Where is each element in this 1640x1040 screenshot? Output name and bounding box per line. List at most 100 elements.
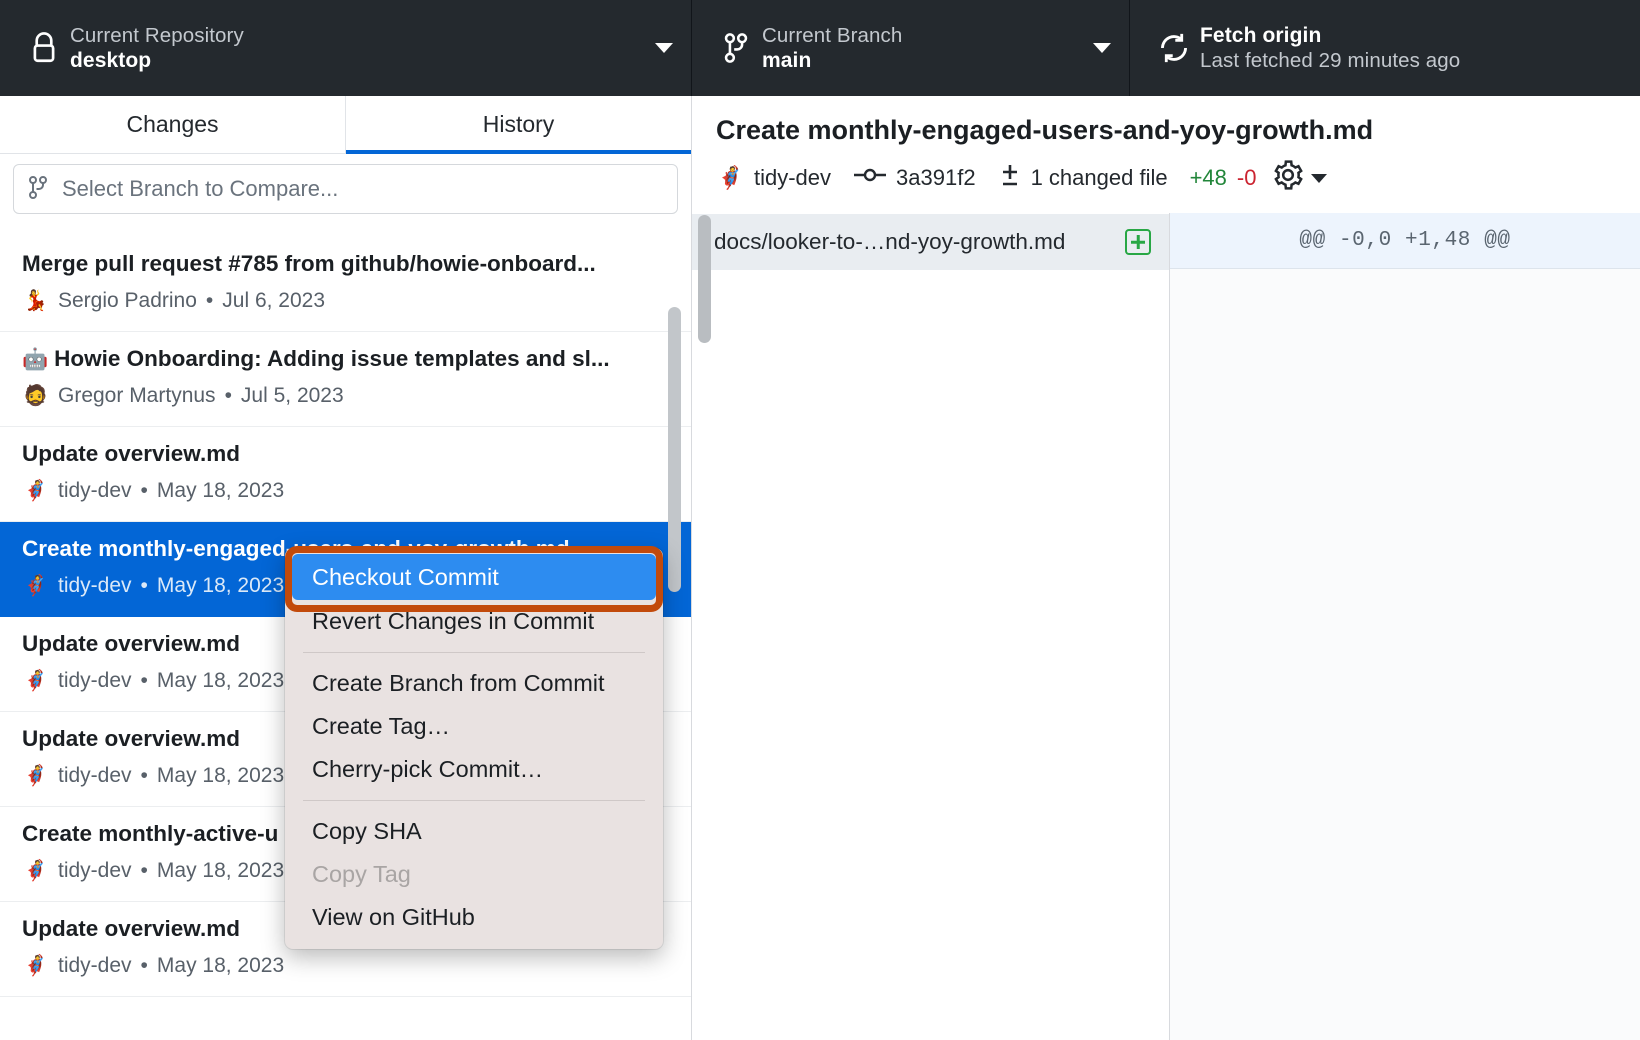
lines-added: +48 bbox=[1190, 165, 1227, 191]
current-repository-button[interactable]: Current Repository desktop bbox=[0, 0, 692, 96]
context-menu-item-create-branch-from-commit[interactable]: Create Branch from Commit bbox=[285, 662, 663, 705]
commit-author: tidy-dev bbox=[754, 165, 831, 191]
context-menu-item-label: Revert Changes in Commit bbox=[312, 608, 594, 635]
diff-viewer[interactable]: @@ -0,0 +1,48 @@ bbox=[1170, 213, 1640, 1040]
commit-list-item[interactable]: Update overview.md 🦸 tidy-dev • May 18, … bbox=[0, 427, 691, 522]
file-added-status-icon bbox=[1125, 229, 1151, 255]
commit-date: May 18, 2023 bbox=[157, 859, 284, 883]
avatar: 🧔 bbox=[22, 382, 49, 409]
commit-date: May 18, 2023 bbox=[157, 574, 284, 598]
select-branch-to-compare-input[interactable]: Select Branch to Compare... bbox=[13, 164, 678, 214]
lines-removed: -0 bbox=[1237, 165, 1257, 191]
robot-icon: 🤖 bbox=[22, 348, 48, 371]
github-desktop-window: Current Repository desktop Current Branc… bbox=[0, 0, 1640, 1040]
commit-date: May 18, 2023 bbox=[157, 764, 284, 788]
commit-meta: 🦸 tidy-dev • May 18, 2023 bbox=[22, 952, 669, 979]
commit-options-button[interactable] bbox=[1272, 159, 1327, 197]
commit-author: tidy-dev bbox=[58, 859, 132, 883]
commit-sha-group: 3a391f2 bbox=[853, 164, 976, 192]
commit-sha-icon bbox=[853, 164, 887, 192]
scrollbar-thumb[interactable] bbox=[698, 215, 711, 343]
gear-icon bbox=[1272, 159, 1304, 197]
commit-date: May 18, 2023 bbox=[157, 669, 284, 693]
commit-meta: 💃 Sergio Padrino • Jul 6, 2023 bbox=[22, 287, 669, 314]
changed-files-count: 1 changed file bbox=[1031, 165, 1168, 191]
bullet-separator: • bbox=[225, 384, 232, 408]
commit-context-menu[interactable]: Checkout Commit Revert Changes in Commit… bbox=[285, 548, 663, 949]
sync-icon bbox=[1152, 30, 1196, 66]
avatar: 🦸 bbox=[22, 762, 49, 789]
context-menu-item-label: Copy Tag bbox=[312, 861, 411, 888]
commit-date: Jul 5, 2023 bbox=[241, 384, 344, 408]
chevron-down-icon[interactable] bbox=[1093, 43, 1111, 53]
tab-history[interactable]: History bbox=[346, 96, 691, 153]
commit-summary: Create monthly-engaged-users-and-yoy-gro… bbox=[692, 96, 1640, 207]
fetch-origin-button[interactable]: Fetch origin Last fetched 29 minutes ago bbox=[1130, 0, 1640, 96]
bullet-separator: • bbox=[141, 574, 148, 598]
changed-file-name: docs/looker-to-…nd-yoy-growth.md bbox=[714, 229, 1125, 255]
commit-list-scrollbar[interactable] bbox=[668, 247, 681, 807]
commit-author: Gregor Martynus bbox=[58, 384, 216, 408]
context-menu-item-view-on-github[interactable]: View on GitHub bbox=[285, 896, 663, 939]
commit-title-text: Howie Onboarding: Adding issue templates… bbox=[54, 346, 609, 371]
context-menu-item-checkout-commit[interactable]: Checkout Commit bbox=[292, 554, 656, 600]
context-menu-item-label: Cherry-pick Commit… bbox=[312, 756, 543, 783]
context-menu-item-copy-tag: Copy Tag bbox=[285, 853, 663, 896]
tab-history-label: History bbox=[483, 111, 555, 138]
context-menu-item-create-tag[interactable]: Create Tag… bbox=[285, 705, 663, 748]
branch-icon bbox=[26, 173, 50, 206]
changed-file-row[interactable]: docs/looker-to-…nd-yoy-growth.md bbox=[692, 214, 1169, 270]
commit-title: Merge pull request #785 from github/howi… bbox=[22, 250, 669, 278]
commit-meta: 🧔 Gregor Martynus • Jul 5, 2023 bbox=[22, 382, 669, 409]
tab-changes[interactable]: Changes bbox=[0, 96, 346, 153]
bullet-separator: • bbox=[141, 954, 148, 978]
bullet-separator: • bbox=[141, 669, 148, 693]
diff-icon bbox=[998, 162, 1022, 194]
commit-date: Jul 6, 2023 bbox=[222, 289, 325, 313]
right-pane: Create monthly-engaged-users-and-yoy-gro… bbox=[692, 96, 1640, 1040]
lock-icon bbox=[22, 31, 66, 65]
context-menu-separator bbox=[303, 800, 645, 801]
avatar: 🦸 bbox=[22, 477, 49, 504]
bullet-separator: • bbox=[206, 289, 213, 313]
scrollbar-thumb[interactable] bbox=[668, 307, 681, 592]
context-menu-separator bbox=[303, 652, 645, 653]
bullet-separator: • bbox=[141, 479, 148, 503]
commit-list-item[interactable]: 🤖 Howie Onboarding: Adding issue template… bbox=[0, 332, 691, 427]
bullet-separator: • bbox=[141, 764, 148, 788]
compare-placeholder: Select Branch to Compare... bbox=[62, 176, 338, 202]
avatar: 🦸 bbox=[22, 667, 49, 694]
commit-date: May 18, 2023 bbox=[157, 479, 284, 503]
context-menu-item-cherry-pick-commit[interactable]: Cherry-pick Commit… bbox=[285, 748, 663, 791]
changed-file-list[interactable]: docs/looker-to-…nd-yoy-growth.md bbox=[692, 213, 1170, 1040]
context-menu-item-revert-changes-in-commit[interactable]: Revert Changes in Commit bbox=[285, 600, 663, 643]
chevron-down-icon[interactable] bbox=[655, 43, 673, 53]
compare-bar: Select Branch to Compare... bbox=[0, 154, 691, 223]
avatar: 💃 bbox=[22, 287, 49, 314]
context-menu-item-copy-sha[interactable]: Copy SHA bbox=[285, 810, 663, 853]
commit-author: Sergio Padrino bbox=[58, 289, 197, 313]
fetch-origin-title: Fetch origin bbox=[1200, 23, 1460, 49]
avatar: 🦸 bbox=[22, 952, 49, 979]
current-repository-label: Current Repository bbox=[70, 23, 244, 48]
pane-tabs: Changes History bbox=[0, 96, 691, 154]
commit-title: 🤖 Howie Onboarding: Adding issue template… bbox=[22, 345, 669, 373]
context-menu-item-label: Create Branch from Commit bbox=[312, 670, 605, 697]
fetch-origin-subtitle: Last fetched 29 minutes ago bbox=[1200, 48, 1460, 73]
commit-meta: 🦸 tidy-dev • May 18, 2023 bbox=[22, 477, 669, 504]
chevron-down-icon[interactable] bbox=[1311, 174, 1327, 183]
current-repository-value: desktop bbox=[70, 48, 244, 74]
commit-author-group: 🦸 tidy-dev bbox=[716, 164, 831, 193]
branch-icon bbox=[714, 31, 758, 65]
context-menu-item-label: View on GitHub bbox=[312, 904, 475, 931]
bullet-separator: • bbox=[141, 859, 148, 883]
avatar: 🦸 bbox=[716, 164, 745, 193]
commit-author: tidy-dev bbox=[58, 669, 132, 693]
current-branch-button[interactable]: Current Branch main bbox=[692, 0, 1130, 96]
commit-list-item[interactable]: Merge pull request #785 from github/howi… bbox=[0, 237, 691, 332]
current-branch-label: Current Branch bbox=[762, 23, 902, 48]
commit-detail-meta: 🦸 tidy-dev 3a391f2 bbox=[716, 159, 1616, 197]
file-list-scrollbar[interactable] bbox=[698, 215, 711, 343]
context-menu-item-label: Checkout Commit bbox=[312, 564, 499, 591]
commit-date: May 18, 2023 bbox=[157, 954, 284, 978]
